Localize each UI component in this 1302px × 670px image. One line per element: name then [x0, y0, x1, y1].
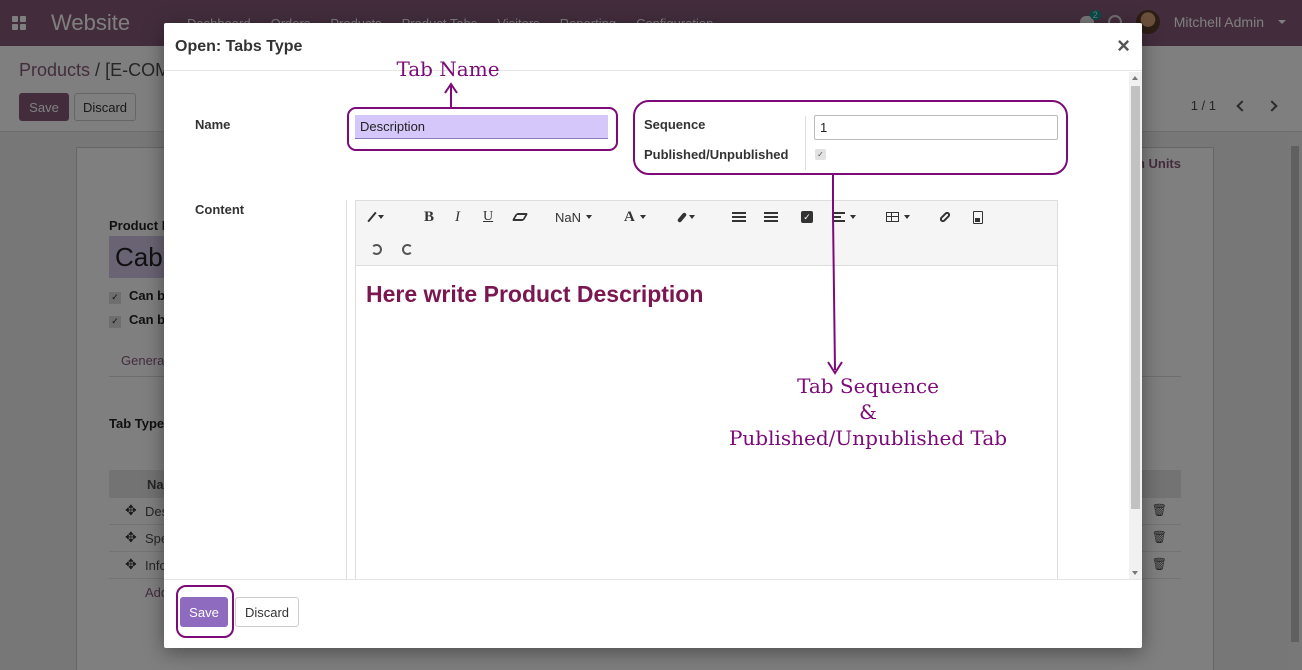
- chevron-down-icon: [639, 215, 646, 219]
- eraser-icon: [511, 213, 529, 221]
- dialog-scrollbar-thumb[interactable]: [1131, 86, 1140, 509]
- field-divider: [805, 116, 806, 170]
- ordered-list-button[interactable]: [767, 207, 778, 227]
- sequence-label: Sequence: [644, 117, 706, 132]
- bold-button[interactable]: B: [424, 207, 434, 227]
- tab-name-annotation: Tab Name: [396, 57, 500, 81]
- annotation-line-3: Published/Unpublished Tab: [728, 426, 1008, 450]
- chevron-down-icon: [378, 215, 384, 219]
- content-label: Content: [195, 202, 245, 217]
- dialog-title: Open: Tabs Type: [175, 38, 303, 55]
- italic-icon: I: [455, 208, 460, 225]
- insert-media-button[interactable]: [973, 207, 983, 227]
- chevron-down-icon: [904, 215, 910, 219]
- tabs-type-dialog: Open: Tabs Type × Name Sequence Publishe…: [164, 23, 1142, 648]
- scroll-up-icon[interactable]: [1132, 76, 1138, 80]
- tab-sequence-annotation: Tab Sequence & Published/Unpublished Tab: [718, 373, 1018, 451]
- align-left-icon: [833, 212, 845, 222]
- dialog-scrollbar[interactable]: [1129, 72, 1142, 579]
- close-icon[interactable]: ×: [1117, 33, 1130, 59]
- annotation-line-1: Tab Sequence: [797, 374, 939, 398]
- list-ol-icon: [767, 212, 778, 222]
- link-button[interactable]: [938, 207, 952, 227]
- align-dropdown[interactable]: [833, 207, 856, 227]
- font-size-dropdown[interactable]: NaN: [555, 207, 593, 227]
- chevron-down-icon: [586, 215, 593, 219]
- italic-button[interactable]: I: [455, 207, 460, 227]
- checklist-button[interactable]: ✓: [801, 207, 813, 227]
- list-ul-icon: [735, 212, 746, 222]
- redo-icon: [402, 243, 413, 255]
- undo-button[interactable]: [371, 239, 382, 259]
- dialog-header: Open: Tabs Type ×: [164, 23, 1142, 71]
- unordered-list-button[interactable]: [735, 207, 746, 227]
- save-button[interactable]: Save: [180, 597, 228, 627]
- discard-button[interactable]: Discard: [235, 597, 299, 627]
- underline-icon: U: [483, 209, 494, 224]
- background-color-dropdown[interactable]: [676, 207, 695, 227]
- underline-button[interactable]: U: [483, 207, 493, 227]
- font-size-value: NaN: [555, 209, 582, 225]
- chevron-down-icon: [850, 215, 856, 219]
- published-checkbox[interactable]: ✓: [815, 149, 826, 160]
- bold-icon: B: [424, 208, 435, 225]
- published-label: Published/Unpublished: [644, 147, 789, 162]
- dialog-footer: Save Discard: [164, 579, 1142, 648]
- checkbox-icon: ✓: [801, 211, 813, 223]
- style-dropdown[interactable]: [367, 207, 384, 227]
- name-label: Name: [195, 117, 231, 132]
- file-image-icon: [973, 210, 983, 224]
- content-divider: [346, 200, 347, 579]
- scroll-down-icon[interactable]: [1132, 571, 1138, 575]
- content-heading[interactable]: Here write Product Description: [366, 281, 1047, 308]
- font-color-dropdown[interactable]: A: [624, 207, 646, 227]
- editor-toolbar: B I U NaN A ✓: [356, 201, 1057, 266]
- table-dropdown[interactable]: [886, 207, 910, 227]
- chevron-down-icon: [689, 215, 695, 219]
- font-color-icon: A: [624, 208, 635, 225]
- undo-icon: [371, 243, 382, 255]
- table-icon: [886, 212, 899, 222]
- link-icon: [938, 210, 952, 224]
- redo-button[interactable]: [402, 239, 413, 259]
- magic-wand-icon: [367, 211, 377, 223]
- name-input[interactable]: [355, 115, 608, 139]
- dialog-body: Name Sequence Published/Unpublished ✓ Co…: [164, 72, 1142, 579]
- sequence-input[interactable]: [814, 115, 1058, 140]
- clear-format-button[interactable]: [511, 207, 529, 227]
- paint-brush-icon: [676, 211, 688, 223]
- annotation-line-2: &: [859, 400, 877, 424]
